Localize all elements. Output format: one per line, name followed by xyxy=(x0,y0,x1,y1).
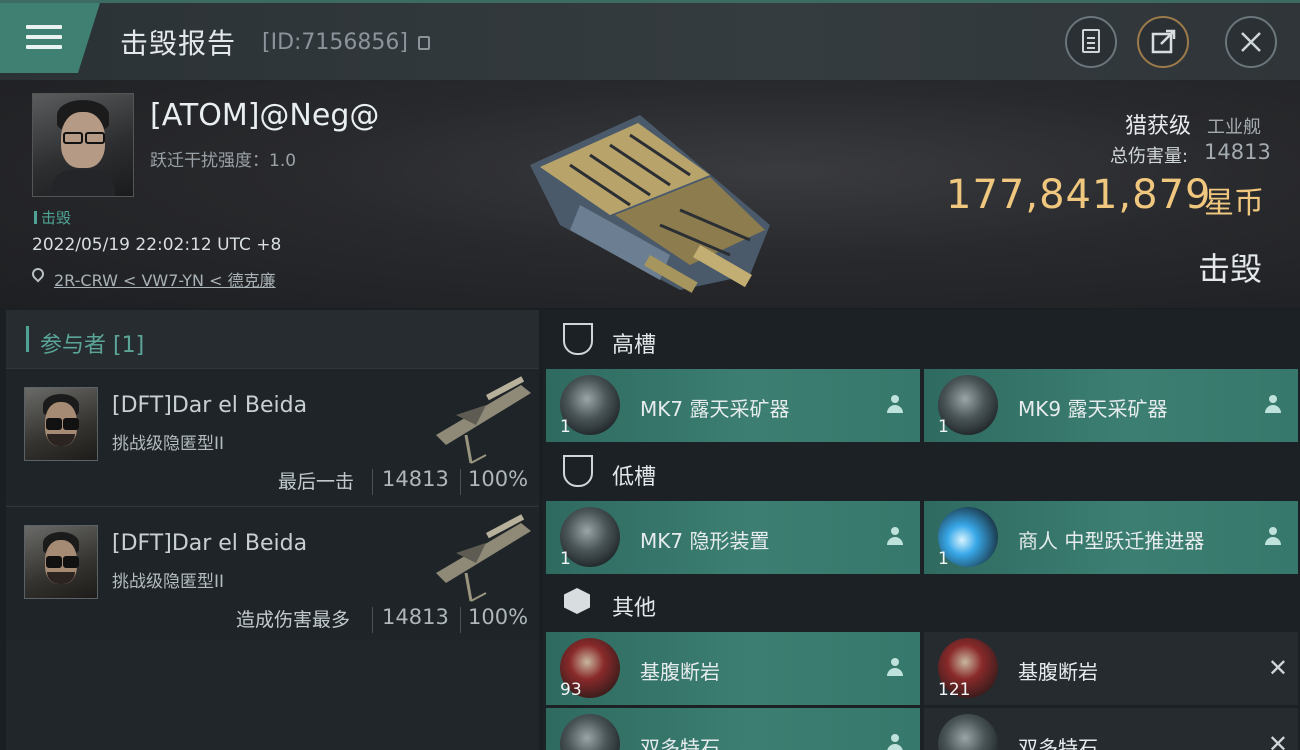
item-name: MK9 露天采矿器 xyxy=(1018,397,1168,421)
person-icon xyxy=(1264,395,1282,413)
item-name: 基腹断岩 xyxy=(1018,660,1098,684)
item-name: 商人 中型跃迁推进器 xyxy=(1018,529,1205,553)
isk-unit: 星币 xyxy=(1204,186,1264,221)
kill-status: 击毁 xyxy=(1198,250,1263,288)
destroyed-x-icon: ✕ xyxy=(1267,654,1288,682)
clipboard-button[interactable] xyxy=(1065,16,1117,68)
copy-icon[interactable] xyxy=(418,36,430,50)
menu-icon xyxy=(26,25,62,29)
ore-icon xyxy=(560,714,620,750)
item-name: MK7 隐形装置 xyxy=(640,529,770,553)
victim-avatar[interactable] xyxy=(32,93,134,197)
module-slot[interactable]: 1 MK7 隐形装置 xyxy=(546,501,920,574)
report-id: [ID:7156856] xyxy=(262,30,408,55)
attacker-row[interactable]: [DFT]Dar el Beida 挑战级隐匿型II 造成伤害最多 14813 … xyxy=(6,506,539,641)
module-slot[interactable]: 1 商人 中型跃迁推进器 xyxy=(924,501,1298,574)
total-damage-label: 总伤害量: xyxy=(1110,146,1189,167)
attacker-damage: 14813 xyxy=(382,467,449,491)
attacker-ship: 挑战级隐匿型II xyxy=(112,434,225,454)
ship-class: 猎获级 xyxy=(1125,114,1192,139)
ore-icon xyxy=(938,714,998,750)
warp-scramble-strength: 跃迁干扰强度：1.0 xyxy=(150,151,297,171)
isk-value: 177,841,879 xyxy=(946,172,1212,218)
person-icon xyxy=(1264,527,1282,545)
ship-image xyxy=(530,115,770,293)
item-name: 双多特石 xyxy=(640,736,720,750)
page-title: 击毁报告 xyxy=(120,27,237,60)
attacker-ship-image xyxy=(436,514,531,602)
attacker-name: [DFT]Dar el Beida xyxy=(112,531,308,556)
low-slot-icon xyxy=(563,455,593,487)
attacker-damage: 14813 xyxy=(382,605,449,629)
participants-header-accent xyxy=(26,326,29,352)
kill-tag: 击毁 xyxy=(34,207,71,228)
attacker-ship: 挑战级隐匿型II xyxy=(112,572,225,592)
person-icon xyxy=(886,734,904,750)
total-damage-value: 14813 xyxy=(1204,140,1271,164)
item-name: MK7 露天采矿器 xyxy=(640,397,790,421)
attacker-role: 造成伤害最多 xyxy=(236,609,351,631)
cargo-slot[interactable]: 双多特石 ✕ xyxy=(924,708,1298,750)
item-quantity: 1 xyxy=(938,549,949,569)
item-quantity: 93 xyxy=(560,680,582,700)
item-quantity: 1 xyxy=(560,549,571,569)
low-slot-title: 低槽 xyxy=(612,465,657,490)
share-icon xyxy=(1151,29,1176,54)
item-name: 基腹断岩 xyxy=(640,660,720,684)
attacker-damage-percent: 100% xyxy=(468,605,529,629)
attacker-name: [DFT]Dar el Beida xyxy=(112,393,308,418)
item-quantity: 121 xyxy=(938,680,971,700)
participants-title: 参与者 [1] xyxy=(40,333,145,358)
high-slot-title: 高槽 xyxy=(612,333,657,358)
destroyed-x-icon: ✕ xyxy=(1267,730,1288,750)
attacker-role: 最后一击 xyxy=(278,471,355,493)
separator xyxy=(460,469,461,495)
cargo-slot[interactable]: 双多特石 xyxy=(546,708,920,750)
separator xyxy=(460,607,461,633)
high-slot-icon xyxy=(563,323,593,355)
attacker-avatar xyxy=(24,387,98,461)
attacker-damage-percent: 100% xyxy=(468,467,529,491)
close-button[interactable] xyxy=(1225,16,1277,68)
menu-icon-bar xyxy=(26,35,62,39)
item-name: 双多特石 xyxy=(1018,736,1098,750)
clipboard-icon xyxy=(1082,29,1100,53)
person-icon xyxy=(886,527,904,545)
separator xyxy=(372,469,373,495)
attacker-row[interactable]: [DFT]Dar el Beida 挑战级隐匿型II 最后一击 14813 10… xyxy=(6,368,539,503)
person-icon xyxy=(886,658,904,676)
share-button[interactable] xyxy=(1137,16,1189,68)
location-link[interactable]: 2R-CRW < VW7-YN < 德克廉 xyxy=(54,267,276,291)
item-quantity: 1 xyxy=(560,417,571,437)
person-icon xyxy=(886,395,904,413)
other-title: 其他 xyxy=(612,596,657,621)
ship-type: 工业舰 xyxy=(1207,117,1261,138)
separator xyxy=(372,607,373,633)
kill-timestamp: 2022/05/19 22:02:12 UTC +8 xyxy=(32,235,282,255)
module-slot[interactable]: 1 MK9 露天采矿器 xyxy=(924,369,1298,442)
item-quantity: 1 xyxy=(938,417,949,437)
attacker-ship-image xyxy=(436,376,531,464)
close-icon xyxy=(1241,32,1261,52)
attacker-avatar xyxy=(24,525,98,599)
module-slot[interactable]: 1 MK7 露天采矿器 xyxy=(546,369,920,442)
victim-name[interactable]: [ATOM]@Neg@ xyxy=(150,98,379,133)
cargo-slot[interactable]: 121 基腹断岩 ✕ xyxy=(924,632,1298,705)
cargo-slot[interactable]: 93 基腹断岩 xyxy=(546,632,920,705)
menu-icon-bar xyxy=(26,45,62,49)
